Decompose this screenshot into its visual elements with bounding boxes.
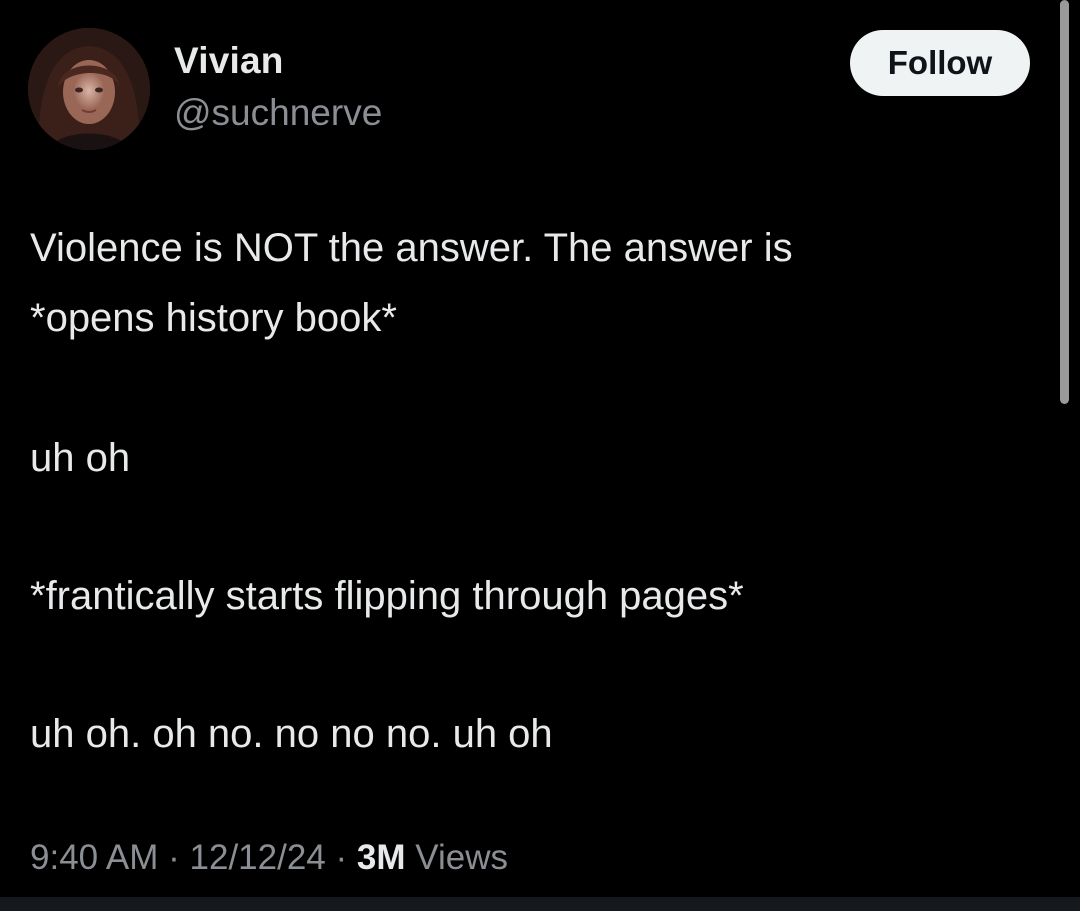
tweet-meta: 9:40 AM · 12/12/24 · 3M Views xyxy=(30,838,508,878)
tweet-text-line: uh oh xyxy=(30,436,131,480)
tweet-card: Vivian @suchnerve Follow Violence is NOT… xyxy=(0,0,1080,911)
views-count: 3M xyxy=(356,838,406,877)
tweet-text-line: Violence is NOT the answer. The answer i… xyxy=(30,226,793,270)
avatar[interactable] xyxy=(28,28,150,150)
tweet-time[interactable]: 9:40 AM xyxy=(30,838,158,877)
tweet-text-line: uh oh. oh no. no no no. uh oh xyxy=(30,712,553,756)
scrollbar[interactable] xyxy=(1060,0,1069,404)
tweet-text-line: *frantically starts flipping through pag… xyxy=(30,574,744,618)
meta-separator: · xyxy=(325,838,357,877)
user-handle[interactable]: @suchnerve xyxy=(174,92,382,134)
meta-separator: · xyxy=(158,838,190,877)
display-name[interactable]: Vivian xyxy=(174,40,284,82)
follow-button[interactable]: Follow xyxy=(850,30,1030,96)
tweet-date[interactable]: 12/12/24 xyxy=(190,838,326,877)
profile-photo-icon xyxy=(28,28,150,150)
tweet-text-line: *opens history book* xyxy=(30,296,397,340)
views-label: Views xyxy=(405,838,508,877)
bottom-divider xyxy=(0,897,1080,911)
